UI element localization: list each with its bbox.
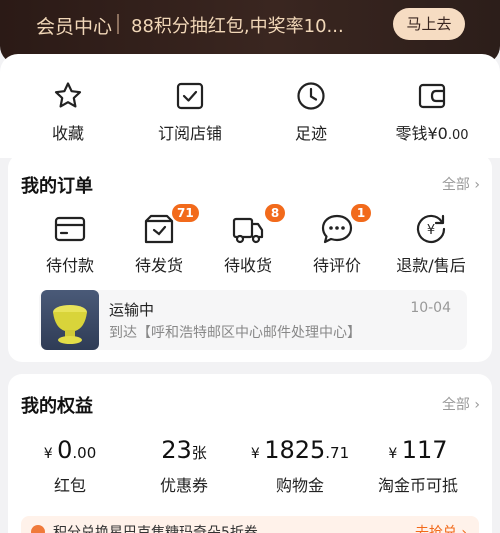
quick-links: 收藏 订阅店铺 足迹 零钱¥0.00 [0,54,500,158]
quick-link-label: 收藏 [51,124,84,143]
benefit-value: ¥ 0.00 [43,436,97,464]
wallet-balance-decimal: .00 [447,128,469,143]
benefit-shopping-gold[interactable]: ¥ 1825.71 购物金 [245,436,355,496]
banner-divider [117,14,119,34]
benefits-view-all-link[interactable]: 全部 › [442,394,480,414]
order-refund-aftersale[interactable]: ¥ 退款/售后 [391,212,471,276]
refund-icon: ¥ [391,212,471,246]
subscribe-check-icon [140,80,240,112]
clock-icon [261,80,361,112]
order-label: 待收货 [223,256,272,275]
promo-icon [31,525,45,533]
orders-card: 我的订单 全部 › 待付款 71 待发货 8 待收货 1 待评价 ¥ 退款/售后 [8,154,492,362]
benefits-card: 我的权益 全部 › ¥ 0.00 红包 23张 优惠券 ¥ 1825.71 购物… [8,374,492,533]
quick-link-label: 足迹 [294,124,327,143]
order-label: 待发货 [134,256,183,275]
promo-redeem-link[interactable]: 去抢兑 › [415,522,467,533]
wallet-icon [382,80,482,112]
wallet-balance: ¥0 [427,124,448,143]
orders-view-all-link[interactable]: 全部 › [442,174,480,194]
promo-text: 积分兑换星巴克焦糖玛奇朵5折券 [53,525,258,533]
shipment-count-badge: 71 [172,204,199,222]
benefit-value: ¥ 117 [388,436,448,464]
review-count-badge: 1 [351,204,371,222]
benefit-label: 购物金 [275,476,324,495]
quick-link-footprints[interactable]: 足迹 [261,80,361,144]
quick-link-favorites[interactable]: 收藏 [18,80,118,144]
receipt-count-badge: 8 [265,204,285,222]
chevron-right-icon: › [474,397,480,413]
order-pending-shipment[interactable]: 71 待发货 [119,204,199,276]
chevron-right-icon: › [474,177,480,193]
benefit-value: 23张 [161,436,207,464]
order-label: 待付款 [45,256,94,275]
star-icon [18,80,118,112]
benefit-taojinbi[interactable]: ¥ 117 淘金币可抵 [363,436,473,496]
card-icon [30,212,110,246]
benefit-label: 红包 [53,476,86,495]
svg-text:¥: ¥ [427,223,435,238]
benefit-label: 优惠券 [159,476,208,495]
shipment-status: 运输中 [109,301,155,319]
shipment-detail: 到达【呼和浩特邮区中心邮件处理中心】 [109,325,361,341]
order-pending-review[interactable]: 1 待评价 [297,204,377,276]
orders-title: 我的订单 [21,176,93,197]
go-now-button[interactable]: 马上去 [393,8,465,40]
points-promo-bar[interactable]: 积分兑换星巴克焦糖玛奇朵5折券 去抢兑 › [21,516,479,533]
product-thumbnail [41,290,99,350]
benefit-coupons[interactable]: 23张 优惠券 [129,436,239,496]
wallet-label: 零钱¥0.00 [395,124,469,143]
order-label: 退款/售后 [396,256,466,275]
quick-link-wallet[interactable]: 零钱¥0.00 [382,80,482,144]
shipment-tracking-item[interactable]: 运输中 10-04 到达【呼和浩特邮区中心邮件处理中心】 [39,290,467,350]
order-label: 待评价 [312,256,361,275]
benefit-value: ¥ 1825.71 [250,436,350,464]
banner-title: 会员中心 [36,16,113,38]
banner-promo-text: 88积分抽红包,中奖率10... [131,16,344,37]
quick-link-label: 订阅店铺 [157,124,222,143]
quick-link-subscribed-stores[interactable]: 订阅店铺 [140,80,240,144]
benefits-title: 我的权益 [21,396,93,417]
benefit-label: 淘金币可抵 [377,476,458,495]
shipment-date: 10-04 [410,300,451,316]
order-pending-payment[interactable]: 待付款 [30,212,110,276]
order-pending-receipt[interactable]: 8 待收货 [208,204,288,276]
benefit-red-packet[interactable]: ¥ 0.00 红包 [15,436,125,496]
